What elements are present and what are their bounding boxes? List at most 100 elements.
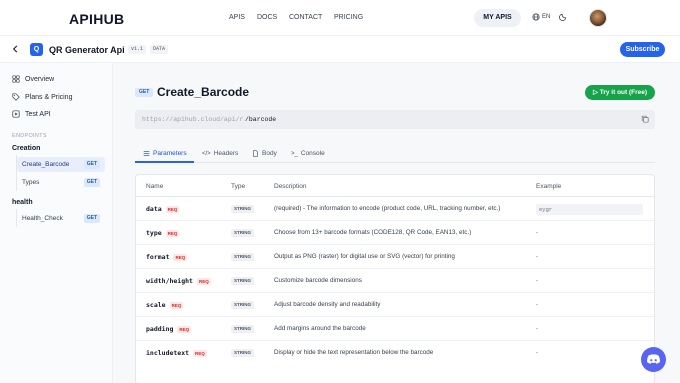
table-row: type REQ STRING Choose from 13+ barcode f… <box>136 221 654 245</box>
tab-label: Body <box>262 150 277 157</box>
tab-label: Console <box>300 150 325 157</box>
param-name: width/height REQ <box>146 277 211 285</box>
param-name-text: type <box>146 229 162 237</box>
nav-pricing[interactable]: PRICING <box>334 14 363 21</box>
type-badge: STRING <box>231 229 255 237</box>
sidebar-item-plans[interactable]: Plans & Pricing <box>12 93 72 101</box>
avatar[interactable] <box>589 9 607 27</box>
param-description: Add margins around the barcode <box>274 325 366 332</box>
endpoint-url-box: https://apihub.cloud/api/r /barcode <box>135 110 655 129</box>
language-switcher[interactable]: EN <box>532 13 550 21</box>
param-description: (required) - The information to encode (… <box>274 205 501 212</box>
subscribe-button[interactable]: Subscribe <box>620 42 665 57</box>
sidebar-item-test-api[interactable]: Test API <box>12 110 51 118</box>
param-description: Adjust barcode density and readability <box>274 301 381 308</box>
play-icon <box>12 110 20 118</box>
param-name-text: format <box>146 253 170 261</box>
page-title: Create_Barcode <box>157 85 250 99</box>
active-tab-indicator <box>135 161 194 163</box>
param-name-text: includetext <box>146 349 190 357</box>
back-arrow-icon[interactable] <box>11 44 20 54</box>
param-description: Customize barcode dimensions <box>274 277 362 284</box>
required-badge: REQ <box>165 205 180 213</box>
param-name: type REQ <box>146 229 180 237</box>
table-row: width/height REQ STRING Customize barcode… <box>136 269 654 293</box>
sidebar-item-overview[interactable]: Overview <box>12 75 54 83</box>
tab-label: Parameters <box>153 150 187 157</box>
document-icon <box>253 150 258 157</box>
param-name: includetext REQ <box>146 349 207 357</box>
type-badge: STRING <box>231 205 255 213</box>
api-logo-badge: Q <box>30 43 43 56</box>
param-example: - <box>536 253 539 260</box>
endpoint-method-badge: GET <box>135 88 154 97</box>
method-badge: GET <box>83 178 100 187</box>
language-label: EN <box>542 14 551 20</box>
param-name: padding REQ <box>146 325 192 333</box>
api-header-bar: Q QR Generator Api v1.1 DATA Subscribe <box>0 36 680 63</box>
param-example: - <box>536 301 539 308</box>
discord-icon <box>647 354 660 364</box>
code-icon: </> <box>202 150 211 157</box>
endpoints-section-label: ENDPOINTS <box>12 133 47 139</box>
tag-icon <box>12 93 20 101</box>
type-badge: STRING <box>231 277 255 285</box>
nav-contact[interactable]: CONTACT <box>289 14 322 21</box>
try-it-out-button[interactable]: ▷ Try it out (Free) <box>585 85 655 100</box>
required-badge: REQ <box>196 277 211 285</box>
nav-docs[interactable]: DOCS <box>257 14 277 21</box>
tab-body[interactable]: Body <box>252 150 277 157</box>
column-header-type: Type <box>231 183 246 190</box>
tab-headers[interactable]: </> Headers <box>202 150 238 157</box>
method-badge: GET <box>83 214 100 223</box>
param-name: scale REQ <box>146 301 184 309</box>
required-badge: REQ <box>193 349 207 357</box>
tab-bar: Parameters </> Headers Body >_ Console <box>135 145 655 163</box>
endpoint-item-health-check[interactable]: Health_Check GET <box>17 211 105 226</box>
column-header-example: Example <box>536 183 562 190</box>
table-row: includetext REQ STRING Display or hide th… <box>136 341 654 365</box>
table-row: scale REQ STRING Adjust barcode density a… <box>136 293 654 317</box>
example-input[interactable]: eygr <box>536 204 643 215</box>
required-badge: REQ <box>165 229 180 237</box>
endpoint-label: Create_Barcode <box>22 161 70 168</box>
try-it-label: Try it out (Free) <box>599 89 648 96</box>
required-badge: REQ <box>177 325 192 333</box>
table-row: padding REQ STRING Add margins around the… <box>136 317 654 341</box>
endpoint-item-create-barcode[interactable]: Create_Barcode GET <box>17 157 105 172</box>
theme-toggle-moon-icon[interactable] <box>559 12 568 21</box>
type-badge: STRING <box>231 325 255 333</box>
param-example: - <box>536 325 539 332</box>
endpoint-group-creation: Creation <box>12 145 41 152</box>
table-row: data REQ STRING (required) - The informat… <box>136 197 654 221</box>
param-description: Display or hide the text representation … <box>274 349 434 356</box>
required-badge: REQ <box>173 253 188 261</box>
url-base: https://apihub.cloud/api/r <box>142 116 244 123</box>
param-name: format REQ <box>146 253 188 261</box>
column-header-name: Name <box>146 183 164 190</box>
url-path: /barcode <box>245 116 277 123</box>
my-apis-button[interactable]: MY APIS <box>474 9 521 27</box>
table-row: format REQ STRING Output as PNG (raster) … <box>136 245 654 269</box>
required-badge: REQ <box>169 301 184 309</box>
endpoint-item-types[interactable]: Types GET <box>17 175 105 190</box>
parameters-table: Name Type Description Example data REQ ST… <box>135 174 655 383</box>
sidebar: Overview Plans & Pricing Test API ENDPOI… <box>0 63 113 383</box>
method-badge: GET <box>83 160 100 169</box>
globe-icon <box>532 13 540 21</box>
nav-apis[interactable]: APIS <box>229 14 245 21</box>
tab-parameters[interactable]: Parameters <box>143 150 187 157</box>
api-name: QR Generator Api <box>49 45 125 55</box>
copy-icon[interactable] <box>641 115 649 123</box>
category-badge: DATA <box>150 45 169 54</box>
table-header: Name Type Description Example <box>136 175 654 197</box>
sidebar-item-label: Test API <box>25 110 51 118</box>
endpoint-label: Health_Check <box>22 215 63 222</box>
logo[interactable]: APIHUB <box>69 11 124 27</box>
play-icon: ▷ <box>592 89 600 96</box>
param-name-text: scale <box>146 301 166 309</box>
param-description: Output as PNG (raster) for digital use o… <box>274 253 455 260</box>
param-description: Choose from 13+ barcode formats (CODE128… <box>274 229 472 236</box>
discord-chat-button[interactable] <box>641 347 666 372</box>
tab-console[interactable]: >_ Console <box>291 150 325 157</box>
